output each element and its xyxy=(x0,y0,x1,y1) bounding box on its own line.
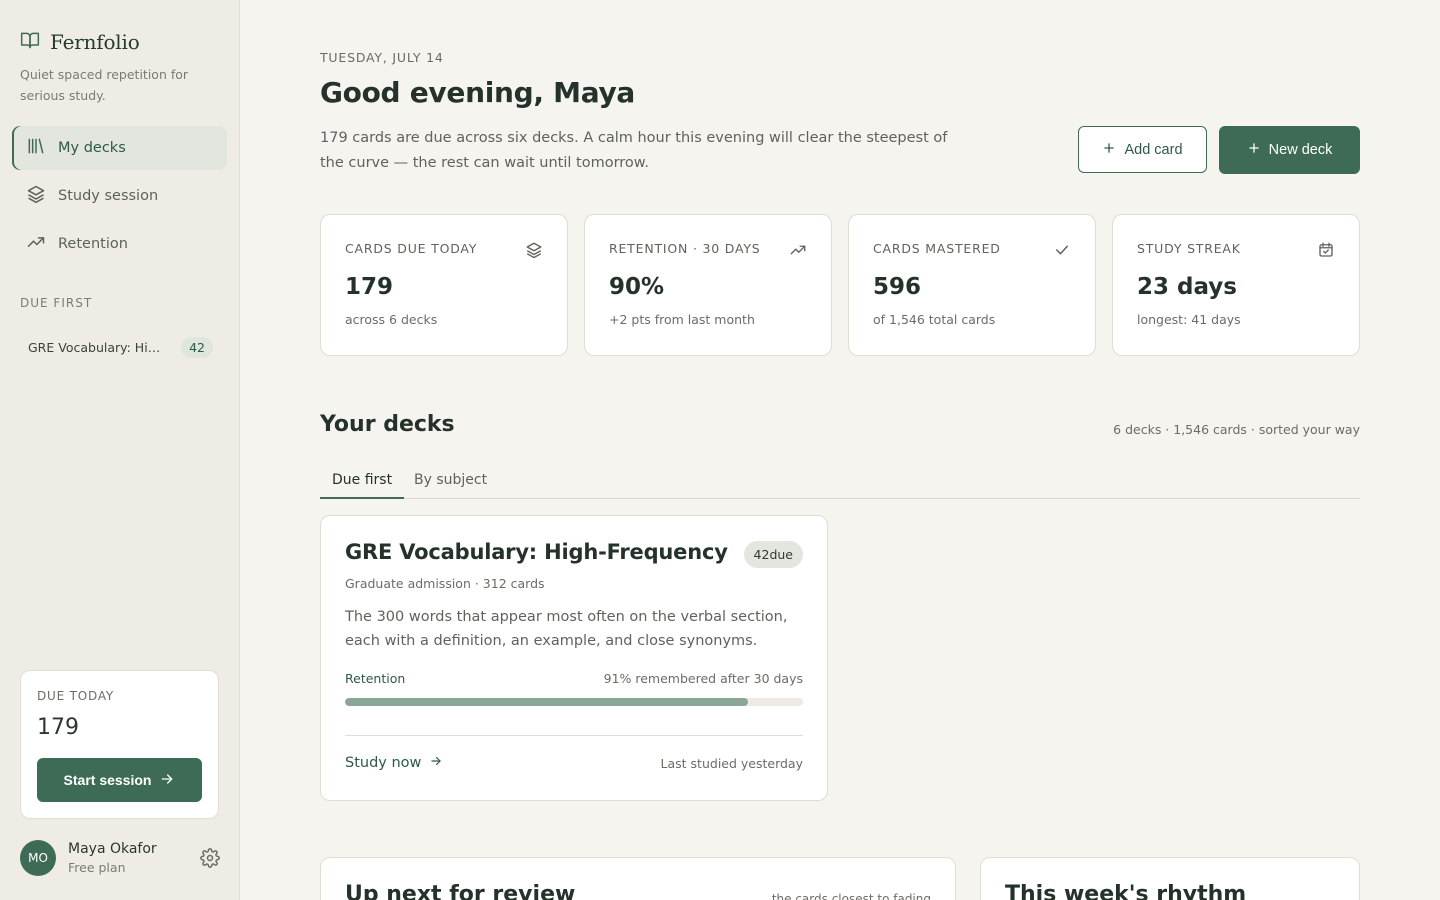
sidebar-item-label: Study session xyxy=(58,188,159,204)
retention-value: 91% remembered after 30 days xyxy=(603,671,803,686)
stat-cards-due: CARDS DUE TODAY 179 across 6 decks xyxy=(320,214,568,356)
deck-card[interactable]: GRE Vocabulary: High-Frequency 42due Gra… xyxy=(320,515,828,801)
sidebar: Fernfolio Quiet spaced repetition for se… xyxy=(0,0,240,900)
gear-icon[interactable] xyxy=(200,848,220,872)
sidebar-item-study-session[interactable]: Study session xyxy=(12,174,227,218)
stat-label: STUDY STREAK xyxy=(1137,241,1241,256)
stat-value: 596 xyxy=(873,274,922,300)
retention-row: Retention 91% remembered after 30 days xyxy=(345,671,803,686)
book-open-icon xyxy=(20,30,40,54)
due-badge: 42due xyxy=(743,541,803,568)
stat-sub: +2 pts from last month xyxy=(609,312,755,327)
sidebar-item-label: My decks xyxy=(58,140,126,156)
study-now-label: Study now xyxy=(345,755,422,771)
due-today-value: 179 xyxy=(37,715,79,740)
deck-title: GRE Vocabulary: High-Frequency xyxy=(345,540,728,564)
retention-progress-fill xyxy=(345,698,749,706)
stat-label: RETENTION · 30 DAYS xyxy=(609,241,761,256)
add-card-label: Add card xyxy=(1124,141,1183,158)
due-first-label: DUE FIRST xyxy=(20,296,93,310)
start-session-label: Start session xyxy=(63,772,152,788)
plus-icon xyxy=(1247,141,1261,159)
deck-subtitle: Graduate admission · 312 cards xyxy=(345,576,545,591)
decks-meta: 6 decks · 1,546 cards · sorted your way xyxy=(1113,422,1360,437)
sidebar-item-my-decks[interactable]: My decks xyxy=(12,126,227,170)
stat-label: CARDS MASTERED xyxy=(873,241,1001,256)
arrow-right-icon xyxy=(159,771,175,790)
trending-up-icon xyxy=(26,232,46,256)
stat-retention: RETENTION · 30 DAYS 90% +2 pts from last… xyxy=(584,214,832,356)
start-session-button[interactable]: Start session xyxy=(37,758,202,802)
calendar-check-icon xyxy=(1317,241,1335,263)
check-icon xyxy=(1053,241,1071,263)
stat-sub: longest: 41 days xyxy=(1137,312,1241,327)
stat-label: CARDS DUE TODAY xyxy=(345,241,478,256)
sidebar-due-deck[interactable]: GRE Vocabulary: High-Frequency 42 xyxy=(28,334,213,360)
brand-tagline: Quiet spaced repetition for serious stud… xyxy=(20,67,189,103)
panel-title: This week's rhythm xyxy=(1005,882,1247,900)
last-studied: Last studied yesterday xyxy=(660,755,803,771)
panel-meta: the cards closest to fading xyxy=(771,892,931,900)
tab-by-subject[interactable]: By subject xyxy=(402,462,499,499)
stat-value: 23 days xyxy=(1137,274,1237,300)
deck-description: The 300 words that appear most often on … xyxy=(345,609,788,649)
user-profile[interactable]: MO Maya Okafor Free plan xyxy=(20,838,220,878)
layers-icon xyxy=(525,241,543,263)
tab-due-first[interactable]: Due first xyxy=(320,462,405,499)
retention-progress xyxy=(345,698,803,706)
arrow-right-icon xyxy=(429,754,443,772)
study-now-link[interactable]: Study now xyxy=(345,754,443,772)
user-plan: Free plan xyxy=(68,860,126,875)
add-card-button[interactable]: Add card xyxy=(1078,126,1207,173)
user-info: Maya Okafor Free plan xyxy=(68,841,157,875)
due-today-label: DUE TODAY xyxy=(37,689,115,703)
retention-label: Retention xyxy=(345,671,406,686)
stat-value: 90% xyxy=(609,274,665,300)
due-count-badge: 42 xyxy=(181,336,213,358)
avatar: MO xyxy=(20,840,56,876)
decks-title: Your decks xyxy=(320,412,455,437)
new-deck-label: New deck xyxy=(1268,142,1333,158)
due-today-card: DUE TODAY 179 Start session xyxy=(20,670,219,819)
brand-name: Fernfolio xyxy=(50,30,140,54)
weekly-rhythm-panel: This week's rhythm xyxy=(980,857,1360,900)
stat-mastered: CARDS MASTERED 596 of 1,546 total cards xyxy=(848,214,1096,356)
stat-sub: of 1,546 total cards xyxy=(873,312,996,327)
new-deck-button[interactable]: New deck xyxy=(1219,126,1360,174)
deck-footer: Study now Last studied yesterday xyxy=(345,735,803,772)
stat-streak: STUDY STREAK 23 days longest: 41 days xyxy=(1112,214,1360,356)
deck-tabs: Due first By subject xyxy=(320,462,1360,499)
sidebar-item-retention[interactable]: Retention xyxy=(12,222,227,266)
page-title: Good evening, Maya xyxy=(320,76,636,109)
current-date: TUESDAY, JULY 14 xyxy=(320,50,444,65)
plus-icon xyxy=(1102,141,1116,159)
user-name: Maya Okafor xyxy=(68,841,157,857)
sidebar-item-label: Retention xyxy=(58,236,128,252)
trending-up-icon xyxy=(789,241,807,263)
stat-value: 179 xyxy=(345,274,394,300)
library-icon xyxy=(26,136,46,160)
due-deck-label: GRE Vocabulary: High-Frequency xyxy=(28,339,168,355)
up-next-panel: Up next for review the cards closest to … xyxy=(320,857,956,900)
layers-icon xyxy=(26,184,46,208)
intro-text: 179 cards are due across six decks. A ca… xyxy=(320,130,948,171)
sidebar-nav: My decks Study session Retention xyxy=(12,126,227,270)
stat-sub: across 6 decks xyxy=(345,312,438,327)
brand[interactable]: Fernfolio xyxy=(20,30,140,54)
